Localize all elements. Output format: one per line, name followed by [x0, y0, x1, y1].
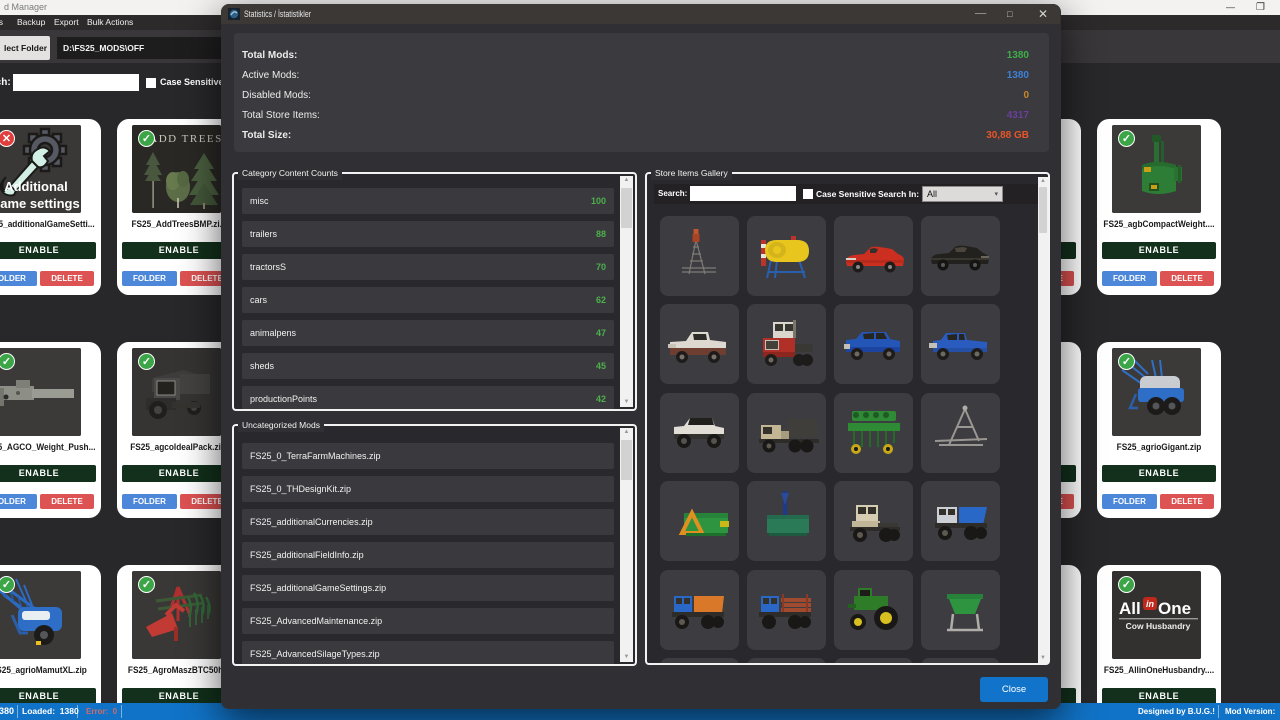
svg-text:game settings: game settings	[0, 196, 80, 211]
svg-text:ADD TREES: ADD TREES	[149, 133, 221, 145]
svg-text:All: All	[1119, 599, 1141, 618]
svg-text:One: One	[1158, 599, 1191, 618]
svg-text:in: in	[1146, 599, 1155, 609]
svg-text:Cow Husbandry: Cow Husbandry	[1126, 621, 1191, 631]
svg-text:Additional: Additional	[4, 179, 68, 194]
